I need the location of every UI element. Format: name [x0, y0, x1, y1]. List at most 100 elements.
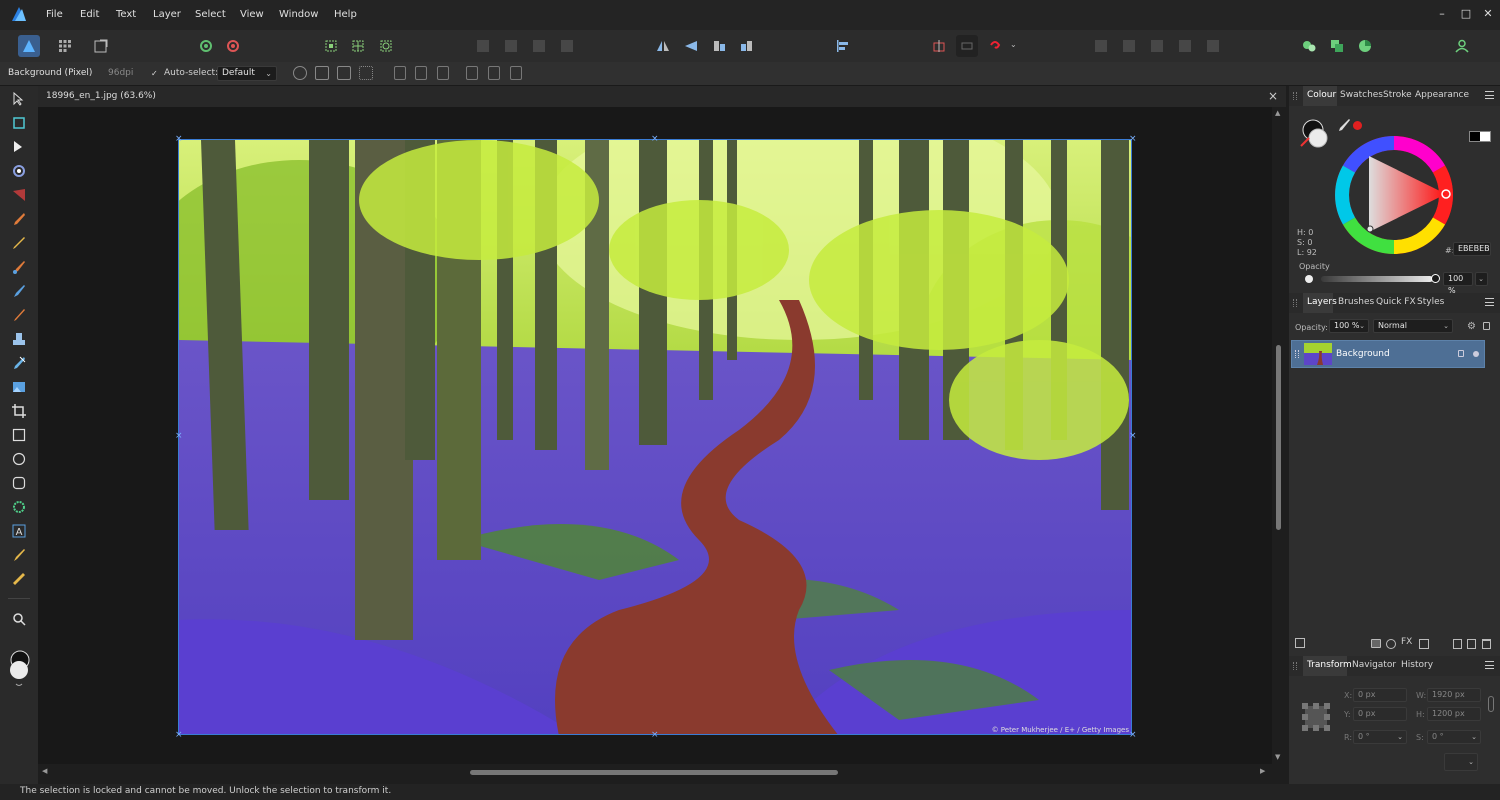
delete-layer-icon[interactable] [1482, 639, 1491, 649]
clone-brush-tool[interactable] [10, 330, 28, 348]
layer-lock-icon[interactable] [1458, 350, 1464, 357]
crop-tool[interactable] [10, 402, 28, 420]
live-filter-icon[interactable] [1419, 639, 1429, 649]
rotate-right-button[interactable] [736, 35, 758, 57]
selection-handle-top-right[interactable]: × [1129, 135, 1137, 144]
liquify-persona-button[interactable] [54, 35, 76, 57]
account-button[interactable] [1451, 35, 1473, 57]
fill-stroke-swatch-icon[interactable] [1299, 118, 1333, 152]
settings-button[interactable] [195, 35, 217, 57]
mixer-brush-tool[interactable] [10, 306, 28, 324]
flood-fill-tool[interactable] [10, 186, 28, 204]
distribute-left-button[interactable] [466, 66, 478, 80]
bw-swatch-icon[interactable] [1469, 131, 1491, 142]
selection-handle-bottom-left[interactable]: × [175, 731, 183, 740]
shape-tool[interactable] [10, 498, 28, 516]
tab-history[interactable]: History [1401, 660, 1433, 670]
pen-tool[interactable] [10, 210, 28, 228]
boolean-button-4[interactable] [1174, 35, 1196, 57]
align-middle-button[interactable] [415, 66, 427, 80]
color-replacement-tool[interactable] [10, 282, 28, 300]
color-swatches-icon[interactable] [8, 650, 32, 690]
measure-tool[interactable] [10, 570, 28, 588]
anchor-selector-icon[interactable] [1301, 702, 1331, 732]
healing-brush-tool[interactable] [10, 354, 28, 372]
layer-copy-icon[interactable] [1295, 638, 1305, 648]
layer-drag-handle-icon[interactable] [1295, 350, 1299, 358]
arrange-button-1[interactable] [472, 35, 494, 57]
tab-swatches[interactable]: Swatches [1340, 90, 1383, 100]
close-window-button[interactable]: ✕ [1480, 6, 1496, 22]
boolean-button-1[interactable] [1090, 35, 1112, 57]
group-layers-icon[interactable] [1467, 639, 1476, 649]
maximize-button[interactable]: □ [1458, 6, 1474, 22]
scroll-right-icon[interactable]: ▶ [1260, 767, 1265, 775]
close-document-button[interactable]: × [1268, 89, 1278, 103]
tab-quick-fx[interactable]: Quick FX [1376, 297, 1416, 307]
document-tab-title[interactable]: 18996_en_1.jpg (63.6%) [46, 91, 156, 101]
selection-handle-bottom-right[interactable]: × [1129, 731, 1137, 740]
artistic-text-tool[interactable]: A [10, 522, 28, 540]
photo-persona-button[interactable] [18, 35, 40, 57]
align-top-button[interactable] [394, 66, 406, 80]
minimize-button[interactable]: – [1434, 6, 1450, 22]
transform-origin-button[interactable] [293, 66, 307, 80]
red-eye-tool[interactable] [10, 378, 28, 396]
rotate-left-button[interactable] [708, 35, 730, 57]
document-image[interactable]: © Peter Mukherjee / E+ / Getty Images [178, 139, 1132, 735]
layer-opacity-dropdown[interactable]: 100 % ⌄ [1329, 319, 1369, 333]
tab-brushes[interactable]: Brushes [1338, 297, 1374, 307]
menu-layer[interactable]: Layer [153, 9, 181, 20]
arrange-button-3[interactable] [528, 35, 550, 57]
shear-input[interactable]: 0 ° ⌄ [1427, 730, 1481, 744]
flip-vertical-button[interactable] [680, 35, 702, 57]
transform-mode-dropdown[interactable]: ⌄ [1444, 753, 1478, 771]
h-input[interactable]: 1200 px [1427, 707, 1481, 721]
lock-icon[interactable] [1483, 322, 1490, 330]
layer-row-background[interactable]: Background [1291, 340, 1485, 368]
rotation-input[interactable]: 0 ° ⌄ [1353, 730, 1407, 744]
scroll-down-icon[interactable]: ▼ [1275, 753, 1280, 761]
scroll-up-icon[interactable]: ▲ [1275, 109, 1280, 117]
w-input[interactable]: 1920 px [1427, 688, 1481, 702]
preferences-button[interactable] [222, 35, 244, 57]
panel-menu-icon[interactable] [1485, 661, 1494, 669]
vertical-scrollbar[interactable]: ▲ ▼ [1272, 107, 1286, 764]
opacity-dropdown[interactable]: ⌄ [1475, 272, 1488, 286]
gradient-button[interactable] [1354, 35, 1376, 57]
snap-button-3[interactable] [375, 35, 397, 57]
selection-brush-tool[interactable] [10, 162, 28, 180]
show-grid-button[interactable] [359, 66, 373, 80]
selection-handle-mid-left[interactable]: × [175, 432, 183, 441]
move-tool[interactable] [10, 90, 28, 108]
tab-stroke[interactable]: Stroke [1383, 90, 1412, 100]
horizontal-scrollbar[interactable]: ◀ ▶ [38, 764, 1272, 780]
pencil-tool[interactable] [10, 234, 28, 252]
zoom-tool[interactable] [10, 610, 28, 628]
paint-brush-tool[interactable] [10, 258, 28, 276]
distribute-right-button[interactable] [510, 66, 522, 80]
flip-horizontal-button[interactable] [652, 35, 674, 57]
opacity-input[interactable]: 100 % [1443, 272, 1473, 295]
mask-icon[interactable] [1371, 639, 1381, 648]
selection-handle-top-center[interactable]: × [651, 135, 659, 144]
picked-color-swatch[interactable] [1353, 121, 1362, 130]
vertical-scroll-thumb[interactable] [1276, 345, 1281, 530]
selection-handle-top-left[interactable]: × [175, 135, 183, 144]
opacity-slider[interactable] [1321, 276, 1433, 282]
panel-grip-icon[interactable] [1293, 662, 1297, 670]
menu-help[interactable]: Help [334, 9, 357, 20]
aspect-lock-icon[interactable] [1488, 696, 1494, 712]
boolean-button-2[interactable] [1118, 35, 1140, 57]
arrange-button-4[interactable] [556, 35, 578, 57]
selection-handle-mid-right[interactable]: × [1129, 432, 1137, 441]
menu-edit[interactable]: Edit [80, 9, 99, 20]
boolean-button-3[interactable] [1146, 35, 1168, 57]
snapping-manager-button[interactable] [1326, 35, 1348, 57]
colour-wheel[interactable] [1335, 136, 1453, 254]
add-layer-icon[interactable] [1453, 639, 1462, 649]
snap-button-1[interactable] [320, 35, 342, 57]
menu-select[interactable]: Select [195, 9, 226, 20]
tab-navigator[interactable]: Navigator [1352, 660, 1396, 670]
hex-input[interactable]: EBEBEB [1453, 242, 1491, 256]
